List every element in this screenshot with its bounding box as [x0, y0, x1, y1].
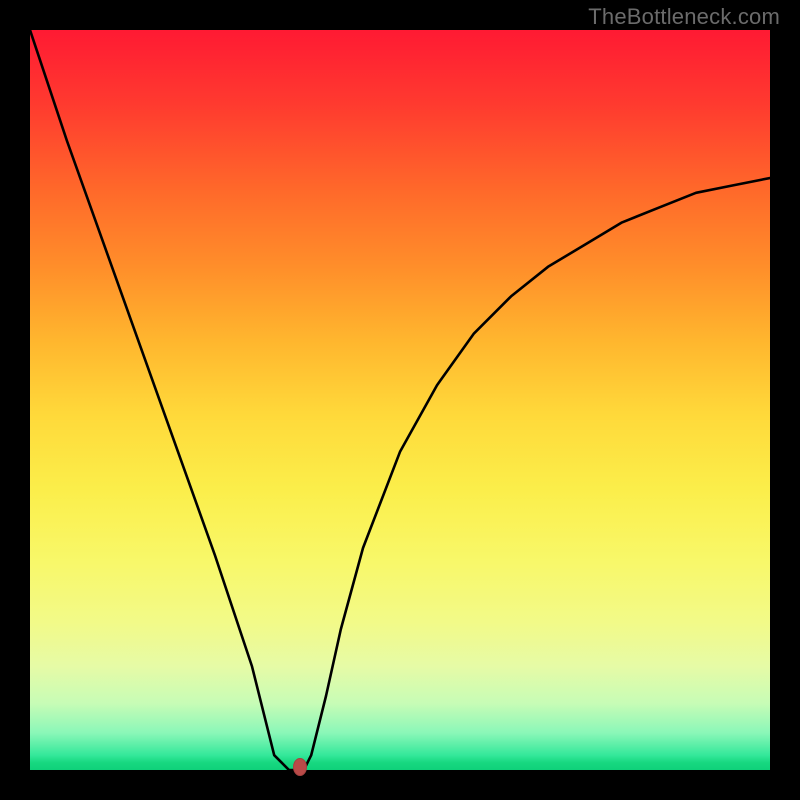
- chart-frame: TheBottleneck.com: [0, 0, 800, 800]
- watermark: TheBottleneck.com: [588, 4, 780, 30]
- minimum-marker: [293, 758, 307, 776]
- plot-area: [30, 30, 770, 770]
